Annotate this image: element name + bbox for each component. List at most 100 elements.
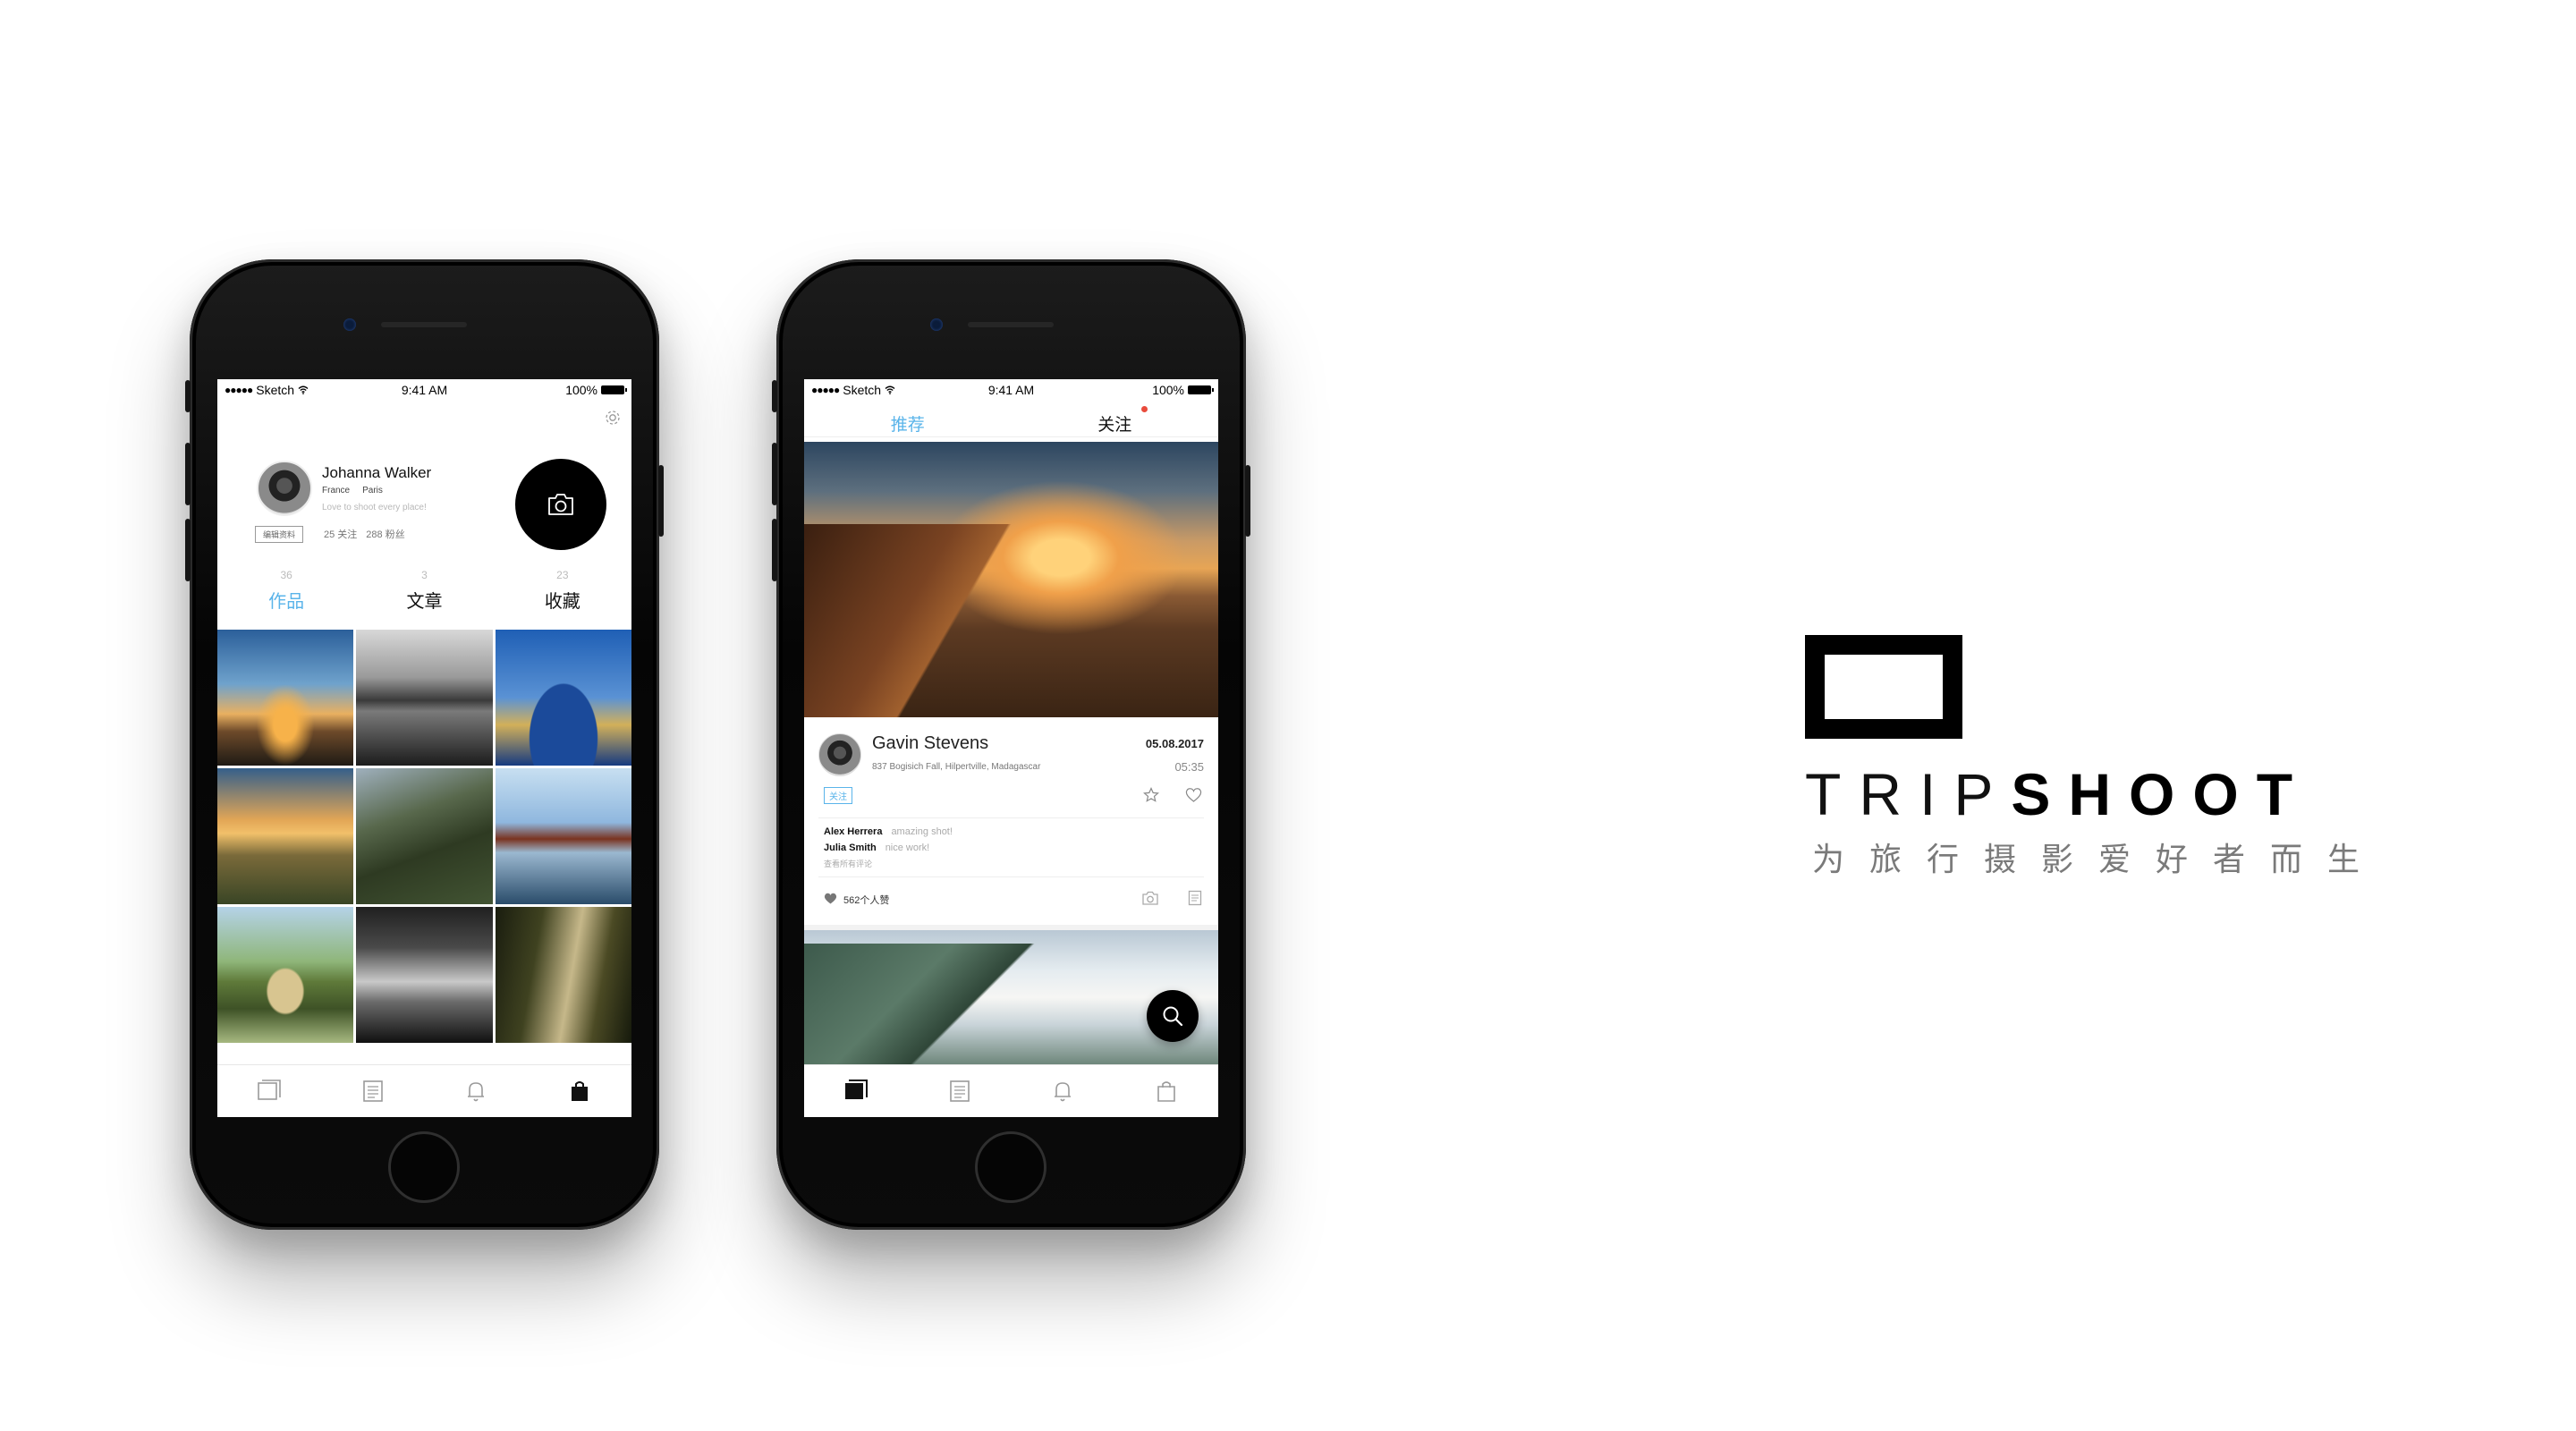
camera-button[interactable] <box>515 459 606 550</box>
volume-down-button <box>772 519 777 581</box>
post-card: Gavin Stevens 837 Bogisich Fall, Hilpert… <box>804 717 1218 930</box>
photo-tile[interactable] <box>217 768 354 904</box>
edit-profile-button[interactable]: 编辑资料 <box>255 526 304 543</box>
tab-following-label: 关注 <box>1097 416 1132 435</box>
stat-favorites[interactable]: 23 收藏 <box>494 569 631 622</box>
home-button <box>388 1131 460 1203</box>
view-all-comments-link[interactable]: 查看所有评论 <box>824 858 872 869</box>
country-label: France <box>322 486 351 495</box>
photo-grid <box>217 630 631 1059</box>
front-camera <box>343 318 356 331</box>
brand-block: TRIPSHOOT 为旅行摄影爱好者而生 <box>1805 635 2360 877</box>
photo-tile[interactable] <box>356 768 493 904</box>
like-count: 562个人赞 <box>843 895 890 906</box>
search-button[interactable] <box>1147 990 1199 1042</box>
photo-tile[interactable] <box>495 768 631 904</box>
stat-articles[interactable]: 3 文章 <box>355 569 493 622</box>
bag-icon <box>572 1081 589 1101</box>
speaker-grille <box>381 322 467 327</box>
notification-badge <box>1140 406 1148 412</box>
battery-icon <box>1188 385 1214 394</box>
post-photo[interactable] <box>804 442 1218 717</box>
avatar[interactable] <box>257 461 312 516</box>
following-count[interactable]: 25 关注 <box>324 527 357 541</box>
speaker-grille <box>968 322 1054 327</box>
heart-icon[interactable] <box>1185 787 1202 803</box>
bag-tab[interactable] <box>1150 1075 1182 1107</box>
battery-icon <box>601 385 627 394</box>
notification-tab[interactable] <box>460 1075 492 1107</box>
mute-switch <box>185 380 191 412</box>
comment-user[interactable]: Julia Smith <box>824 843 877 853</box>
notification-tab[interactable] <box>1046 1075 1079 1107</box>
stat-label: 收藏 <box>544 592 580 612</box>
tab-recommended[interactable]: 推荐 <box>804 401 1012 436</box>
volume-up-button <box>185 443 191 505</box>
author-avatar[interactable] <box>818 733 861 776</box>
city-label: Paris <box>362 486 383 495</box>
stat-label: 文章 <box>406 592 443 612</box>
photo-tile[interactable] <box>495 630 631 766</box>
article-icon <box>949 1080 970 1102</box>
stat-works[interactable]: 36 作品 <box>217 569 355 622</box>
article-icon[interactable] <box>1188 890 1202 906</box>
camera-icon[interactable] <box>1141 891 1159 906</box>
divider <box>818 817 1204 818</box>
search-icon <box>1163 1006 1183 1027</box>
photo-tile[interactable] <box>217 907 354 1043</box>
brand-title-shoot: SHOOT <box>2011 761 2311 827</box>
post-date: 05.08.2017 <box>1145 737 1204 750</box>
camera-icon <box>548 494 573 515</box>
feed-screen: ●●●●● Sketch 9:41 AM 100% 推荐 关注 Gavin Ste… <box>804 379 1218 1117</box>
profile-screen: ●●●●● Sketch 9:41 AM 100% Johanna Walker … <box>217 379 631 1117</box>
star-icon[interactable] <box>1143 787 1159 803</box>
bio: Love to shoot every place! <box>322 503 427 512</box>
stat-count: 36 <box>280 569 292 581</box>
photo-tile[interactable] <box>495 907 631 1043</box>
article-tab[interactable] <box>944 1075 976 1107</box>
like-heart-icon[interactable] <box>824 893 837 904</box>
volume-up-button <box>772 443 777 505</box>
cliff-shape <box>804 524 1032 717</box>
bell-icon <box>1055 1082 1072 1102</box>
photo-tile[interactable] <box>356 630 493 766</box>
brand-title: TRIPSHOOT <box>1805 760 2310 828</box>
phone-feed: ●●●●● Sketch 9:41 AM 100% 推荐 关注 Gavin Ste… <box>772 259 1250 1230</box>
stat-count: 23 <box>556 569 569 581</box>
phone-profile: ●●●●● Sketch 9:41 AM 100% Johanna Walker … <box>185 259 664 1230</box>
author-name[interactable]: Gavin Stevens <box>872 733 988 754</box>
comment-text: nice work! <box>885 843 930 853</box>
article-tab[interactable] <box>357 1075 389 1107</box>
gallery-tab[interactable] <box>840 1075 872 1107</box>
bell-icon <box>468 1082 485 1102</box>
photo-tile[interactable] <box>356 907 493 1043</box>
settings-gear-icon[interactable] <box>603 408 623 428</box>
comment-row: Julia Smith nice work! <box>824 843 929 853</box>
gallery-tab[interactable] <box>253 1075 285 1107</box>
power-button <box>658 465 664 537</box>
feed-tabs: 推荐 关注 <box>804 401 1218 437</box>
front-camera <box>930 318 943 331</box>
divider <box>818 876 1204 877</box>
mute-switch <box>772 380 777 412</box>
location: France Paris <box>322 486 383 495</box>
article-icon <box>362 1080 383 1102</box>
bag-icon <box>1157 1081 1175 1102</box>
photo-tile[interactable] <box>217 630 354 766</box>
stat-count: 3 <box>421 569 428 581</box>
comment-user[interactable]: Alex Herrera <box>824 826 882 837</box>
tab-bar <box>217 1064 631 1117</box>
brand-logo-frame <box>1805 635 1962 739</box>
followers-count[interactable]: 288 粉丝 <box>366 527 404 541</box>
power-button <box>1245 465 1250 537</box>
stat-label: 作品 <box>268 592 305 612</box>
profile-stat-tabs: 36 作品 3 文章 23 收藏 <box>217 569 631 622</box>
battery-percent: 100% <box>565 383 597 397</box>
tab-following[interactable]: 关注 <box>1012 401 1219 436</box>
post-time: 05:35 <box>1174 760 1204 774</box>
brand-title-trip: TRIP <box>1805 761 2012 827</box>
follow-button[interactable]: 关注 <box>824 787 852 804</box>
home-button <box>975 1131 1046 1203</box>
post-location: 837 Bogisich Fall, Hilpertville, Madagas… <box>872 762 1041 772</box>
bag-tab[interactable] <box>564 1075 596 1107</box>
